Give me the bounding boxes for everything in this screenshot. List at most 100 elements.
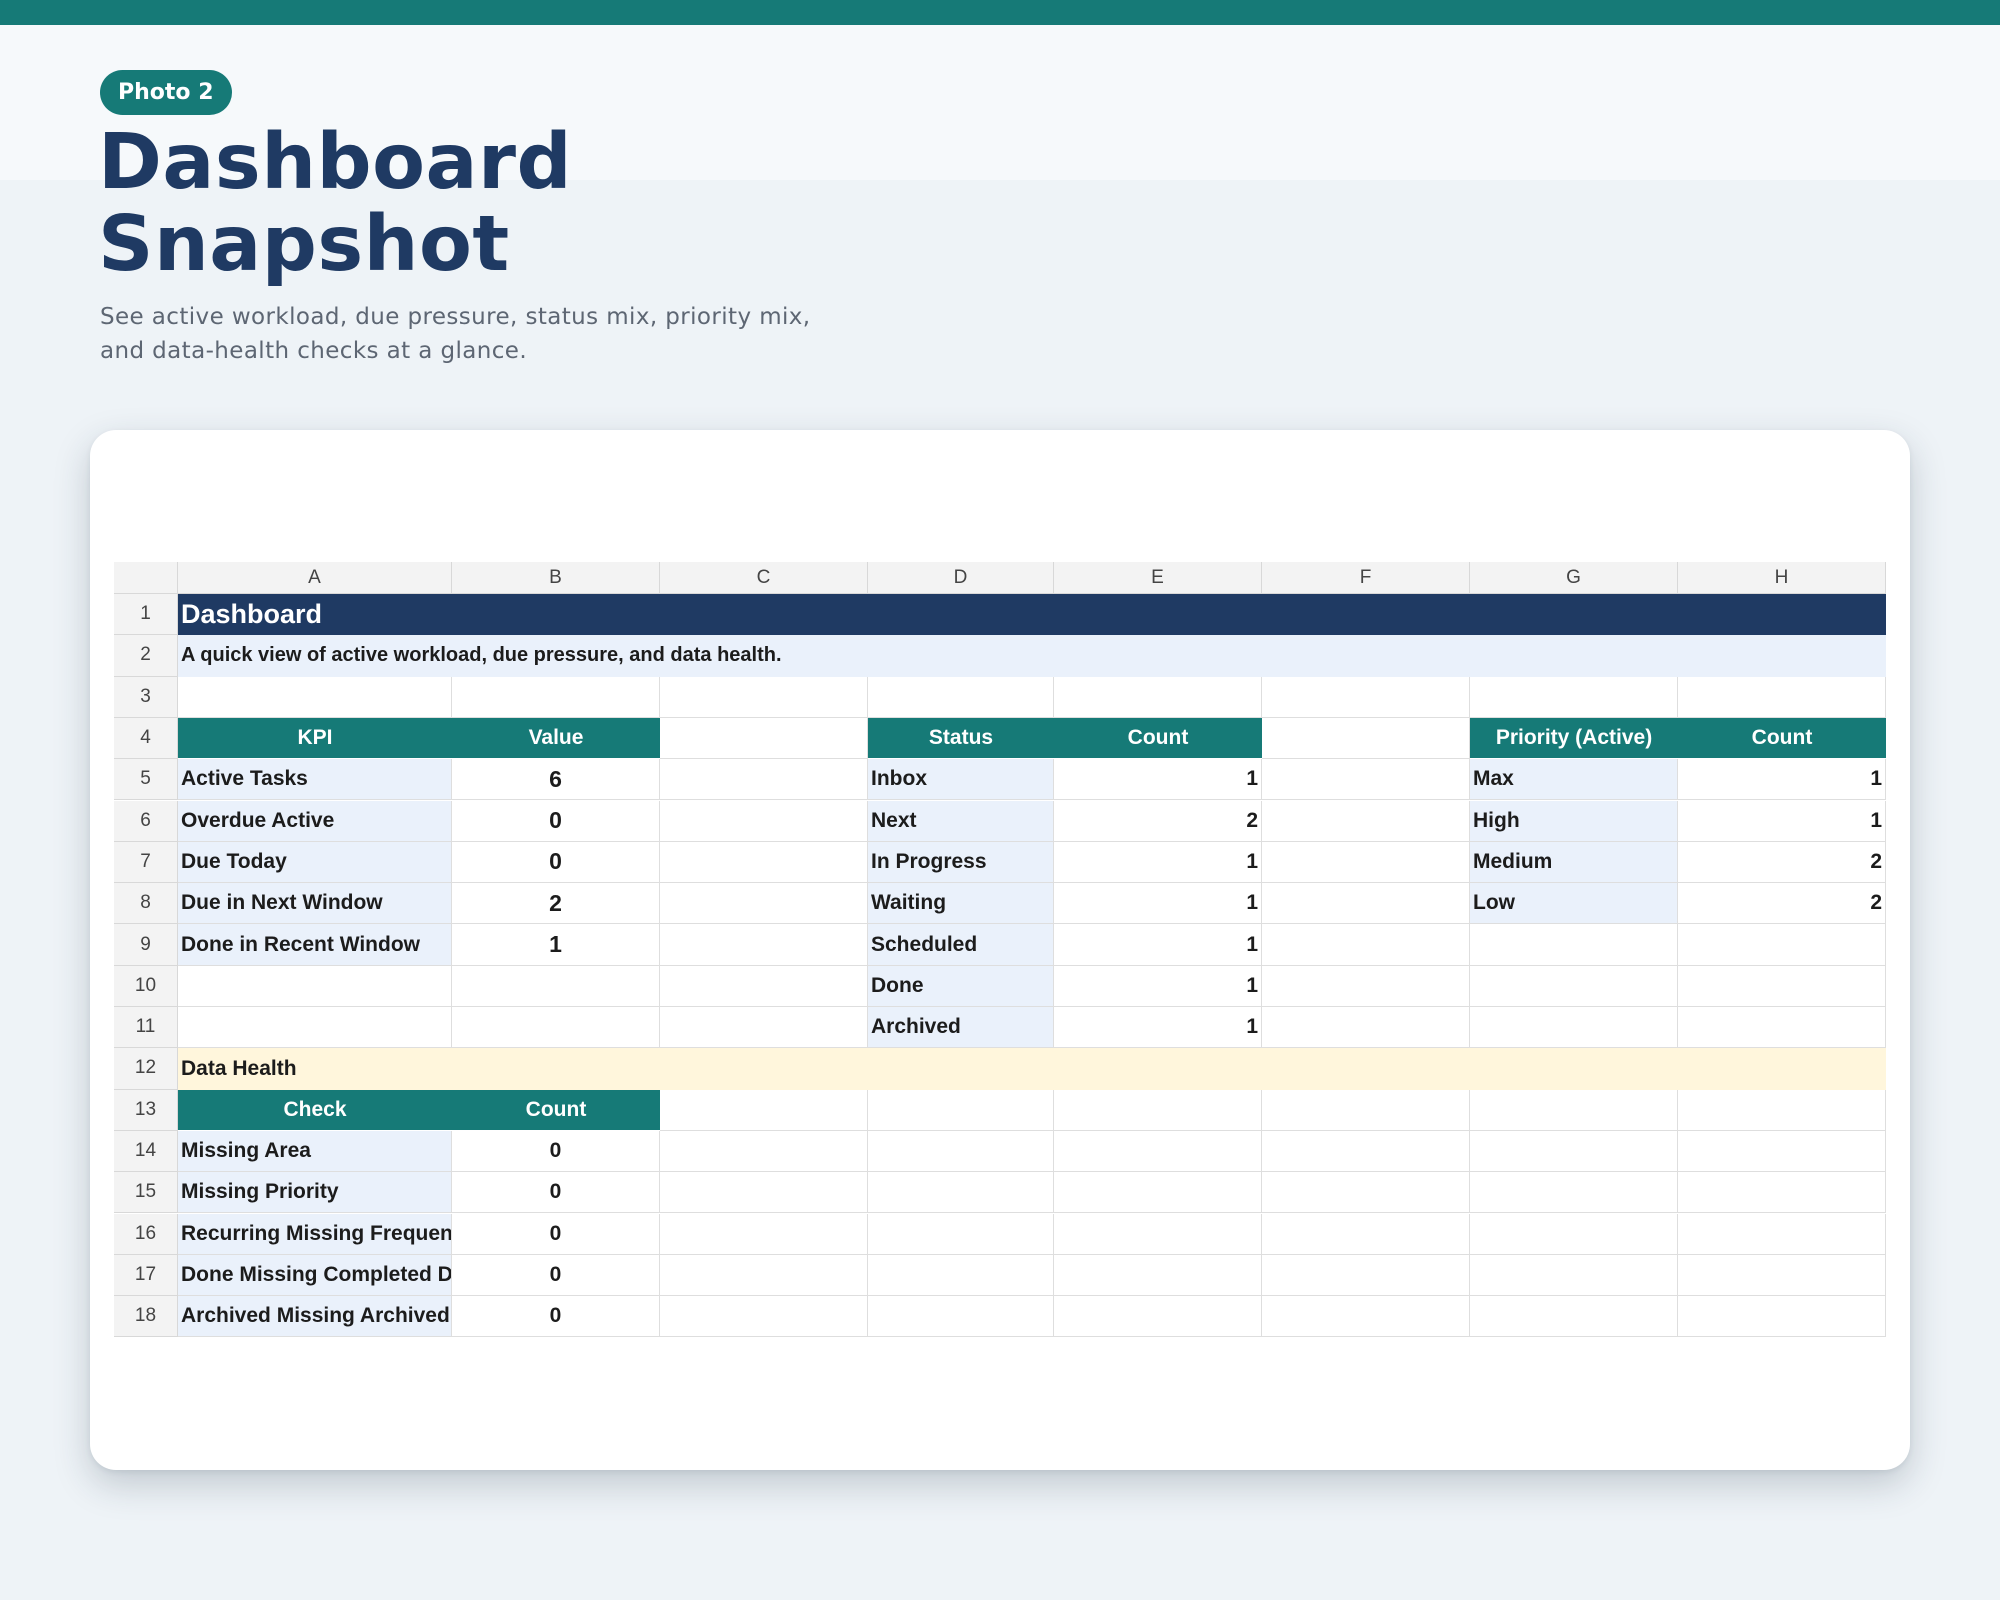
data_health-label-cell[interactable]: Archived Missing Archived Date <box>178 1296 452 1338</box>
row-header-13[interactable]: 13 <box>114 1089 178 1131</box>
grid-cell[interactable] <box>1470 1172 1678 1214</box>
grid-cell[interactable] <box>868 1089 1054 1131</box>
grid-cell[interactable] <box>1678 1007 1886 1049</box>
column-header-h[interactable]: H <box>1678 562 1886 594</box>
priority-label-cell[interactable]: High <box>1470 800 1678 842</box>
grid-cell[interactable] <box>1678 1089 1886 1131</box>
row-header-6[interactable]: 6 <box>114 800 178 842</box>
row-header-2[interactable]: 2 <box>114 635 178 677</box>
grid-cell[interactable] <box>660 883 868 925</box>
data-health-section-label[interactable]: Data Health <box>178 1048 1886 1090</box>
row-header-10[interactable]: 10 <box>114 965 178 1007</box>
grid-cell[interactable] <box>1678 924 1886 966</box>
priority-value-cell[interactable]: 2 <box>1678 883 1886 925</box>
grid-cell[interactable] <box>1470 1007 1678 1049</box>
grid-cell[interactable] <box>1262 924 1470 966</box>
kpi-value-cell[interactable]: 6 <box>452 759 660 801</box>
grid-cell[interactable] <box>660 759 868 801</box>
status-label-cell[interactable]: Inbox <box>868 759 1054 801</box>
grid-cell[interactable] <box>1470 676 1678 718</box>
grid-cell[interactable] <box>452 1007 660 1049</box>
row-header-8[interactable]: 8 <box>114 883 178 925</box>
status-label-cell[interactable]: In Progress <box>868 841 1054 884</box>
sheet-title-cell[interactable]: Dashboard <box>178 594 1886 636</box>
grid-cell[interactable] <box>1054 1130 1262 1173</box>
row-header-7[interactable]: 7 <box>114 841 178 884</box>
grid-cell[interactable] <box>1262 1254 1470 1297</box>
status-header-label[interactable]: Status <box>868 717 1054 760</box>
grid-cell[interactable] <box>660 717 868 760</box>
grid-cell[interactable] <box>1678 676 1886 718</box>
grid-cell[interactable] <box>1678 1254 1886 1297</box>
grid-cell[interactable] <box>1678 1172 1886 1214</box>
grid-cell[interactable] <box>660 1213 868 1255</box>
column-header-c[interactable]: C <box>660 562 868 594</box>
grid-cell[interactable] <box>868 1213 1054 1255</box>
data_health-header-label[interactable]: Check <box>178 1089 452 1131</box>
select-all-corner[interactable] <box>114 562 178 594</box>
data_health-label-cell[interactable]: Missing Priority <box>178 1172 452 1214</box>
status-value-cell[interactable]: 1 <box>1054 759 1262 801</box>
kpi-label-cell[interactable]: Overdue Active <box>178 800 452 842</box>
grid-cell[interactable] <box>660 1172 868 1214</box>
grid-cell[interactable] <box>452 676 660 718</box>
grid-cell[interactable] <box>868 676 1054 718</box>
status-label-cell[interactable]: Scheduled <box>868 924 1054 966</box>
data_health-value-cell[interactable]: 0 <box>452 1296 660 1338</box>
grid-cell[interactable] <box>178 676 452 718</box>
grid-cell[interactable] <box>868 1254 1054 1297</box>
priority-value-cell[interactable]: 1 <box>1678 800 1886 842</box>
column-header-g[interactable]: G <box>1470 562 1678 594</box>
kpi-value-cell[interactable]: 2 <box>452 883 660 925</box>
priority-label-cell[interactable]: Low <box>1470 883 1678 925</box>
row-header-1[interactable]: 1 <box>114 594 178 636</box>
kpi-label-cell[interactable]: Done in Recent Window <box>178 924 452 966</box>
grid-cell[interactable] <box>1262 965 1470 1007</box>
kpi-label-cell[interactable]: Active Tasks <box>178 759 452 801</box>
row-header-16[interactable]: 16 <box>114 1213 178 1255</box>
grid-cell[interactable] <box>1678 965 1886 1007</box>
grid-cell[interactable] <box>1470 1213 1678 1255</box>
status-label-cell[interactable]: Archived <box>868 1007 1054 1049</box>
data_health-header-count[interactable]: Count <box>452 1089 660 1131</box>
row-header-12[interactable]: 12 <box>114 1048 178 1090</box>
grid-cell[interactable] <box>660 676 868 718</box>
kpi-header-label[interactable]: KPI <box>178 717 452 760</box>
grid-cell[interactable] <box>1262 1213 1470 1255</box>
grid-cell[interactable] <box>1678 1296 1886 1338</box>
status-header-count[interactable]: Count <box>1054 717 1262 760</box>
grid-cell[interactable] <box>1678 1130 1886 1173</box>
status-value-cell[interactable]: 1 <box>1054 924 1262 966</box>
grid-cell[interactable] <box>1262 1089 1470 1131</box>
status-label-cell[interactable]: Waiting <box>868 883 1054 925</box>
grid-cell[interactable] <box>1054 676 1262 718</box>
kpi-label-cell[interactable]: Due in Next Window <box>178 883 452 925</box>
grid-cell[interactable] <box>1262 883 1470 925</box>
priority-value-cell[interactable]: 2 <box>1678 841 1886 884</box>
data_health-label-cell[interactable]: Done Missing Completed Date <box>178 1254 452 1297</box>
row-header-11[interactable]: 11 <box>114 1007 178 1049</box>
column-header-b[interactable]: B <box>452 562 660 594</box>
priority-header-label[interactable]: Priority (Active) <box>1470 717 1678 760</box>
data_health-value-cell[interactable]: 0 <box>452 1254 660 1297</box>
grid-cell[interactable] <box>1262 1296 1470 1338</box>
status-label-cell[interactable]: Next <box>868 800 1054 842</box>
grid-cell[interactable] <box>1262 717 1470 760</box>
grid-cell[interactable] <box>660 1130 868 1173</box>
row-header-3[interactable]: 3 <box>114 676 178 718</box>
grid-cell[interactable] <box>1054 1089 1262 1131</box>
status-value-cell[interactable]: 1 <box>1054 883 1262 925</box>
grid-cell[interactable] <box>1262 1130 1470 1173</box>
kpi-value-cell[interactable]: 0 <box>452 800 660 842</box>
status-value-cell[interactable]: 1 <box>1054 1007 1262 1049</box>
data_health-label-cell[interactable]: Missing Area <box>178 1130 452 1173</box>
grid-cell[interactable] <box>178 1007 452 1049</box>
grid-cell[interactable] <box>178 965 452 1007</box>
row-header-17[interactable]: 17 <box>114 1254 178 1297</box>
priority-label-cell[interactable]: Max <box>1470 759 1678 801</box>
row-header-4[interactable]: 4 <box>114 717 178 760</box>
grid-cell[interactable] <box>1470 1296 1678 1338</box>
row-header-9[interactable]: 9 <box>114 924 178 966</box>
data_health-label-cell[interactable]: Recurring Missing Frequency <box>178 1213 452 1255</box>
kpi-value-cell[interactable]: 1 <box>452 924 660 966</box>
